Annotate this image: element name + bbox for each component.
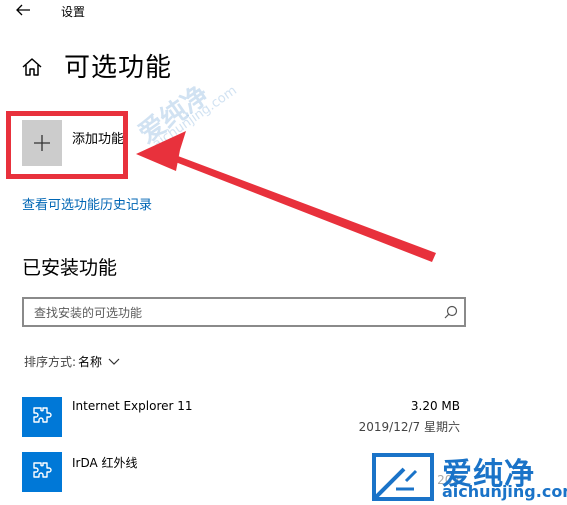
feature-size: 3.20 MB: [410, 399, 460, 413]
window-title: 设置: [61, 5, 86, 19]
search-icon[interactable]: [444, 305, 458, 319]
home-icon: [22, 58, 42, 76]
back-button[interactable]: [14, 2, 32, 18]
feature-history-link[interactable]: 查看可选功能历史记录: [22, 194, 152, 213]
puzzle-icon: [33, 462, 52, 478]
search-input[interactable]: [34, 303, 434, 323]
home-button[interactable]: [20, 56, 44, 78]
search-box[interactable]: [22, 297, 466, 327]
title-bar: 设置: [0, 0, 567, 22]
sort-label: 排序方式:: [24, 355, 77, 369]
feature-icon-tile: [22, 452, 62, 492]
back-arrow-icon: [16, 4, 30, 16]
feature-name: Internet Explorer 11: [72, 399, 193, 413]
feature-name: IrDA 红外线: [72, 456, 138, 470]
annotation-highlight-box: [6, 111, 128, 179]
feature-list-item[interactable]: IrDA 红外线 202: [22, 452, 462, 496]
feature-install-date: 202: [437, 473, 460, 487]
sort-dropdown[interactable]: 排序方式: 名称: [24, 353, 120, 370]
chevron-down-icon: [108, 358, 120, 365]
page-title: 可选功能: [64, 53, 173, 83]
feature-icon-tile: [22, 397, 62, 437]
sort-value: 名称: [78, 355, 103, 369]
puzzle-icon: [33, 407, 52, 423]
installed-features-heading: 已安装功能: [22, 257, 118, 279]
feature-install-date: 2019/12/7 星期六: [358, 420, 460, 434]
feature-list-item[interactable]: Internet Explorer 11 3.20 MB 2019/12/7 星…: [22, 397, 462, 441]
